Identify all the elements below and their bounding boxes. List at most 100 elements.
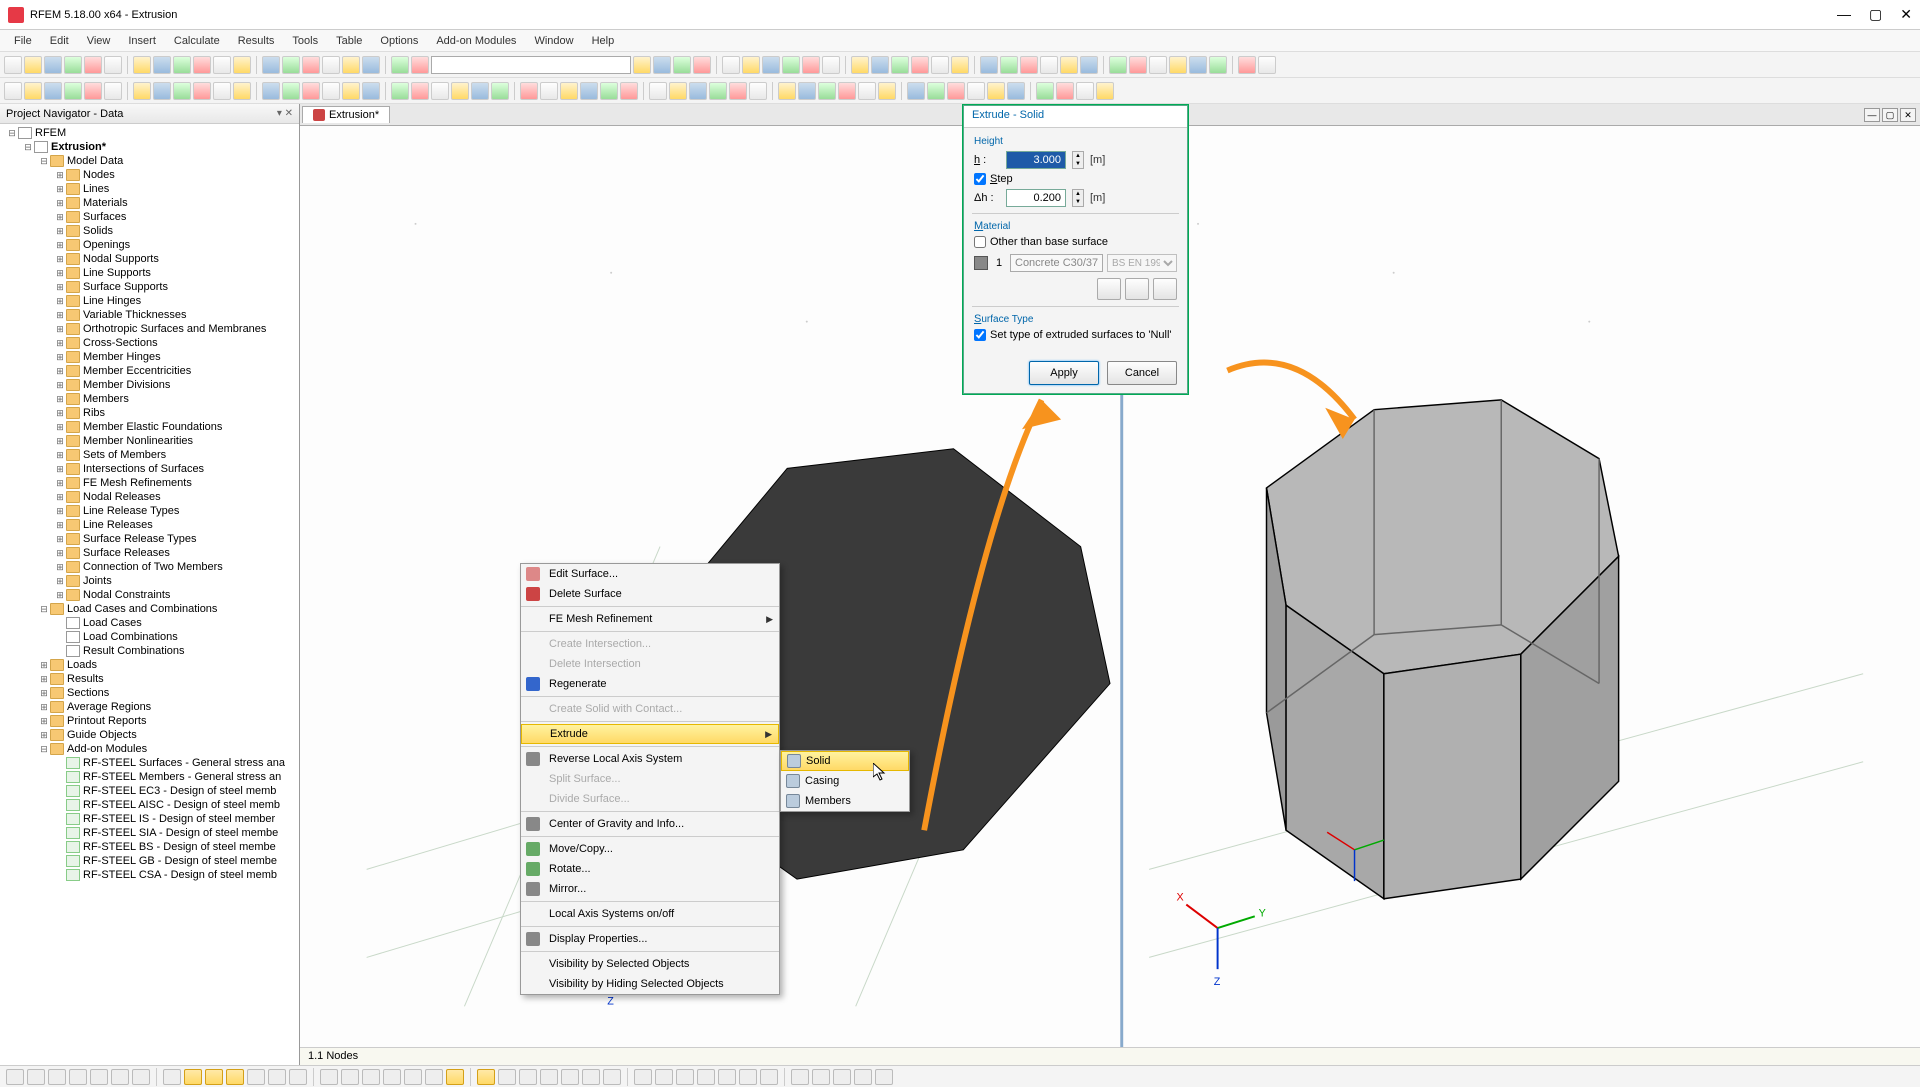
status-button[interactable] <box>163 1069 181 1085</box>
tree-item[interactable]: ⊞Nodal Supports <box>2 252 297 266</box>
context-menu[interactable]: Edit Surface...Delete SurfaceFE Mesh Ref… <box>520 563 780 995</box>
ctx-visibility-by-hiding-selected-objects[interactable]: Visibility by Hiding Selected Objects <box>521 974 779 994</box>
toolbar-button[interactable] <box>818 82 836 100</box>
tree-item[interactable]: ⊟RFEM <box>2 126 297 140</box>
toolbar-button[interactable] <box>282 56 300 74</box>
tree-item[interactable]: ⊞Surface Releases <box>2 546 297 560</box>
status-button[interactable] <box>854 1069 872 1085</box>
toolbar-button[interactable] <box>44 56 62 74</box>
tree-item[interactable]: ⊞Cross-Sections <box>2 336 297 350</box>
minimize-button[interactable]: — <box>1837 6 1851 23</box>
toolbar-button[interactable] <box>1036 82 1054 100</box>
toolbar-button[interactable] <box>1040 56 1058 74</box>
toolbar-button[interactable] <box>798 82 816 100</box>
toolbar-button[interactable] <box>633 56 651 74</box>
toolbar-button[interactable] <box>951 56 969 74</box>
toolbar-button[interactable] <box>927 82 945 100</box>
tree-item[interactable]: RF-STEEL BS - Design of steel membe <box>2 840 297 854</box>
tree-item[interactable]: ⊞Average Regions <box>2 700 297 714</box>
ctx-center-of-gravity-and-info-[interactable]: Center of Gravity and Info... <box>521 814 779 834</box>
menu-calculate[interactable]: Calculate <box>166 33 228 49</box>
step-spinner[interactable]: ▲▼ <box>1072 189 1084 207</box>
status-button[interactable] <box>383 1069 401 1085</box>
status-button[interactable] <box>812 1069 830 1085</box>
tree-item[interactable]: RF-STEEL EC3 - Design of steel memb <box>2 784 297 798</box>
status-button[interactable] <box>603 1069 621 1085</box>
ctx-local-axis-systems-on-off[interactable]: Local Axis Systems on/off <box>521 904 779 924</box>
toolbar-button[interactable] <box>213 56 231 74</box>
tree-item[interactable]: ⊟Load Cases and Combinations <box>2 602 297 616</box>
toolbar-button[interactable] <box>362 56 380 74</box>
tree-item[interactable]: RF-STEEL AISC - Design of steel memb <box>2 798 297 812</box>
toolbar-button[interactable] <box>1129 56 1147 74</box>
toolbar-button[interactable] <box>411 56 429 74</box>
navigator-tree[interactable]: ⊟RFEM⊟Extrusion*⊟Model Data⊞Nodes⊞Lines⊞… <box>0 124 299 1065</box>
status-button[interactable] <box>718 1069 736 1085</box>
menu-results[interactable]: Results <box>230 33 283 49</box>
status-button[interactable] <box>697 1069 715 1085</box>
tree-item[interactable]: ⊞Orthotropic Surfaces and Membranes <box>2 322 297 336</box>
tree-item[interactable]: ⊞Line Releases <box>2 518 297 532</box>
toolbar-button[interactable] <box>560 82 578 100</box>
null-surface-checkbox[interactable] <box>974 329 986 341</box>
submenu-casing[interactable]: Casing <box>781 771 909 791</box>
tree-item[interactable]: ⊞Member Elastic Foundations <box>2 420 297 434</box>
status-button[interactable] <box>341 1069 359 1085</box>
toolbar-button[interactable] <box>322 56 340 74</box>
toolbar-button[interactable] <box>749 82 767 100</box>
tree-item[interactable]: ⊞Printout Reports <box>2 714 297 728</box>
toolbar-button[interactable] <box>1080 56 1098 74</box>
tree-item[interactable]: ⊟Add-on Modules <box>2 742 297 756</box>
other-material-checkbox[interactable] <box>974 236 986 248</box>
status-button[interactable] <box>27 1069 45 1085</box>
tree-item[interactable]: ⊞Results <box>2 672 297 686</box>
status-button[interactable] <box>655 1069 673 1085</box>
status-button[interactable] <box>477 1069 495 1085</box>
menu-table[interactable]: Table <box>328 33 370 49</box>
status-button[interactable] <box>404 1069 422 1085</box>
navigator-close-icon[interactable]: ▾ ✕ <box>277 108 293 119</box>
status-button[interactable] <box>289 1069 307 1085</box>
material-edit-button[interactable] <box>1153 278 1177 300</box>
status-button[interactable] <box>875 1069 893 1085</box>
menu-options[interactable]: Options <box>372 33 426 49</box>
toolbar-button[interactable] <box>947 82 965 100</box>
toolbar-button[interactable] <box>1076 82 1094 100</box>
toolbar-button[interactable] <box>1020 56 1038 74</box>
menu-insert[interactable]: Insert <box>120 33 164 49</box>
toolbar-button[interactable] <box>1060 56 1078 74</box>
tree-item[interactable]: ⊞Loads <box>2 658 297 672</box>
menu-edit[interactable]: Edit <box>42 33 77 49</box>
toolbar-button[interactable] <box>1238 56 1256 74</box>
tree-item[interactable]: RF-STEEL SIA - Design of steel membe <box>2 826 297 840</box>
toolbar-button[interactable] <box>322 82 340 100</box>
step-input[interactable] <box>1006 189 1066 207</box>
toolbar-button[interactable] <box>411 82 429 100</box>
toolbar-button[interactable] <box>471 82 489 100</box>
ctx-move-copy-[interactable]: Move/Copy... <box>521 839 779 859</box>
status-button[interactable] <box>791 1069 809 1085</box>
ctx-visibility-by-selected-objects[interactable]: Visibility by Selected Objects <box>521 954 779 974</box>
tree-item[interactable]: ⊞Line Hinges <box>2 294 297 308</box>
toolbar-button[interactable] <box>362 82 380 100</box>
toolbar-button[interactable] <box>193 82 211 100</box>
tree-item[interactable]: ⊞Joints <box>2 574 297 588</box>
tree-item[interactable]: RF-STEEL Members - General stress an <box>2 770 297 784</box>
tree-item[interactable]: ⊟Extrusion* <box>2 140 297 154</box>
extrude-submenu[interactable]: SolidCasingMembers <box>780 750 910 812</box>
tree-item[interactable]: ⊞Lines <box>2 182 297 196</box>
tree-item[interactable]: Load Cases <box>2 616 297 630</box>
tree-item[interactable]: Load Combinations <box>2 630 297 644</box>
toolbar-button[interactable] <box>1258 56 1276 74</box>
tree-item[interactable]: ⊞Member Hinges <box>2 350 297 364</box>
status-button[interactable] <box>425 1069 443 1085</box>
status-button[interactable] <box>111 1069 129 1085</box>
toolbar-button[interactable] <box>24 56 42 74</box>
toolbar-button[interactable] <box>822 56 840 74</box>
toolbar-button[interactable] <box>520 82 538 100</box>
ctx-delete-surface[interactable]: Delete Surface <box>521 584 779 604</box>
tree-item[interactable]: ⊟Model Data <box>2 154 297 168</box>
tree-item[interactable]: ⊞FE Mesh Refinements <box>2 476 297 490</box>
extruded-solid[interactable] <box>1267 400 1619 899</box>
menu-window[interactable]: Window <box>526 33 581 49</box>
